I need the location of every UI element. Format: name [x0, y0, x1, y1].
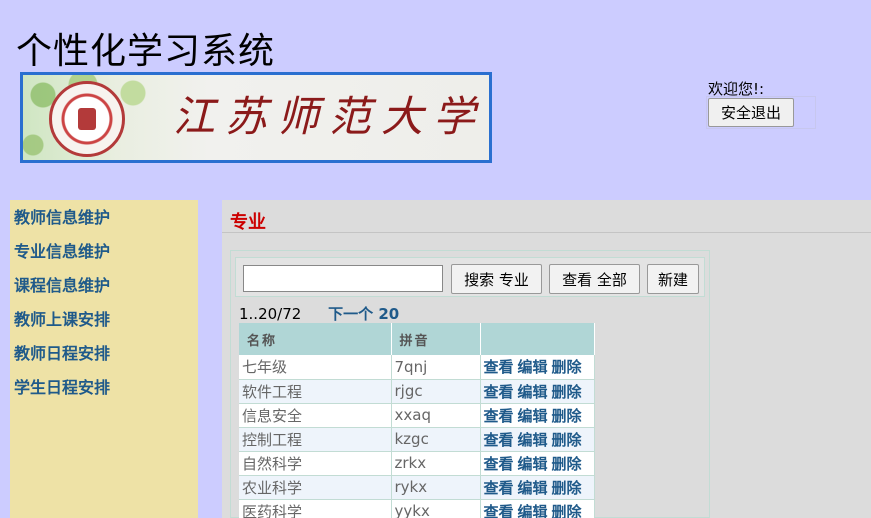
heading-divider: [222, 232, 871, 233]
cell-name: 农业科学: [239, 475, 392, 500]
edit-link[interactable]: 编辑: [518, 431, 548, 449]
view-link[interactable]: 查看: [484, 479, 514, 497]
page-title: 专业: [230, 212, 266, 233]
list-panel: 搜索 专业 查看 全部 新建 1..20/72 下一个 20 名称 拼音 七年级…: [230, 250, 710, 518]
pager-next-link[interactable]: 下一个 20: [328, 305, 399, 323]
cell-pinyin: zrkx: [391, 451, 481, 476]
cell-pinyin: yykx: [391, 499, 481, 518]
search-button[interactable]: 搜索 专业: [451, 264, 542, 294]
app-title: 个性化学习系统: [16, 31, 276, 72]
table-row: 七年级 7qnj 查看 编辑 删除: [239, 355, 595, 380]
delete-link[interactable]: 删除: [552, 358, 582, 376]
view-link[interactable]: 查看: [484, 455, 514, 473]
cell-pinyin: 7qnj: [391, 355, 481, 380]
search-bar: 搜索 专业 查看 全部 新建: [235, 257, 705, 297]
table-row: 自然科学 zrkx 查看 编辑 删除: [239, 451, 595, 476]
sidebar-item-teacher-schedule[interactable]: 教师日程安排: [10, 336, 198, 370]
edit-link[interactable]: 编辑: [518, 383, 548, 401]
banner-calligraphy: 江苏师范大学: [173, 92, 486, 141]
delete-link[interactable]: 删除: [552, 479, 582, 497]
pager: 1..20/72 下一个 20: [239, 303, 399, 324]
table-body: 七年级 7qnj 查看 编辑 删除 软件工程 rjgc 查看 编辑 删除 信息安全 xxaq 查看 编辑删…: [239, 355, 595, 518]
university-seal-icon: [49, 81, 125, 157]
cell-name: 自然科学: [239, 451, 392, 476]
search-input[interactable]: [243, 265, 443, 292]
edit-link[interactable]: 编辑: [518, 455, 548, 473]
edit-link[interactable]: 编辑: [518, 479, 548, 497]
sidebar-item-teacher-info[interactable]: 教师信息维护: [10, 200, 198, 234]
cell-pinyin: xxaq: [391, 403, 481, 428]
sidebar-item-course-info[interactable]: 课程信息维护: [10, 268, 198, 302]
cell-pinyin: rykx: [391, 475, 481, 500]
cell-name: 七年级: [239, 355, 392, 380]
cell-actions: 查看 编辑 删除: [480, 475, 595, 500]
cell-actions: 查看 编辑 删除: [480, 355, 595, 380]
logout-button[interactable]: 安全退出: [708, 98, 794, 127]
column-header-actions: [480, 323, 595, 355]
delete-link[interactable]: 删除: [552, 383, 582, 401]
view-all-button[interactable]: 查看 全部: [549, 264, 640, 294]
view-link[interactable]: 查看: [484, 503, 514, 518]
cell-pinyin: kzgc: [391, 427, 481, 452]
delete-link[interactable]: 删除: [552, 407, 582, 425]
delete-link[interactable]: 删除: [552, 431, 582, 449]
sidebar-item-teacher-class[interactable]: 教师上课安排: [10, 302, 198, 336]
new-button[interactable]: 新建: [647, 264, 699, 294]
cell-actions: 查看 编辑 删除: [480, 451, 595, 476]
cell-actions: 查看 编辑 删除: [480, 403, 595, 428]
delete-link[interactable]: 删除: [552, 503, 582, 518]
cell-name: 医药科学: [239, 499, 392, 518]
pager-range: 1..20/72: [239, 305, 302, 323]
view-link[interactable]: 查看: [484, 358, 514, 376]
delete-link[interactable]: 删除: [552, 455, 582, 473]
edit-link[interactable]: 编辑: [518, 407, 548, 425]
cell-name: 信息安全: [239, 403, 392, 428]
table-header-row: 名称 拼音: [239, 323, 595, 355]
cell-actions: 查看 编辑 删除: [480, 379, 595, 404]
sidebar-item-student-schedule[interactable]: 学生日程安排: [10, 370, 198, 404]
main-content: 专业 搜索 专业 查看 全部 新建 1..20/72 下一个 20 名称 拼音 …: [222, 200, 871, 518]
table-row: 软件工程 rjgc 查看 编辑 删除: [239, 379, 595, 404]
cell-name: 控制工程: [239, 427, 392, 452]
cell-actions: 查看 编辑 删除: [480, 427, 595, 452]
view-link[interactable]: 查看: [484, 407, 514, 425]
table-row: 信息安全 xxaq 查看 编辑 删除: [239, 403, 595, 428]
cell-actions: 查看 编辑 删除: [480, 499, 595, 518]
table-row: 控制工程 kzgc 查看 编辑 删除: [239, 427, 595, 452]
sidebar-item-major-info[interactable]: 专业信息维护: [10, 234, 198, 268]
table-row: 农业科学 rykx 查看 编辑 删除: [239, 475, 595, 500]
cell-pinyin: rjgc: [391, 379, 481, 404]
edit-link[interactable]: 编辑: [518, 358, 548, 376]
column-header-name[interactable]: 名称: [239, 323, 392, 355]
cell-name: 软件工程: [239, 379, 392, 404]
sidebar: 教师信息维护 专业信息维护 课程信息维护 教师上课安排 教师日程安排 学生日程安…: [10, 200, 198, 518]
table-row: 医药科学 yykx 查看 编辑 删除: [239, 499, 595, 518]
view-link[interactable]: 查看: [484, 431, 514, 449]
major-table: 名称 拼音 七年级 7qnj 查看 编辑 删除 软件工程 rjgc 查看 编辑 删除 信息安全 xxa…: [239, 323, 595, 518]
university-banner: 江苏师范大学: [20, 72, 492, 163]
edit-link[interactable]: 编辑: [518, 503, 548, 518]
column-header-pinyin[interactable]: 拼音: [391, 323, 481, 355]
view-link[interactable]: 查看: [484, 383, 514, 401]
